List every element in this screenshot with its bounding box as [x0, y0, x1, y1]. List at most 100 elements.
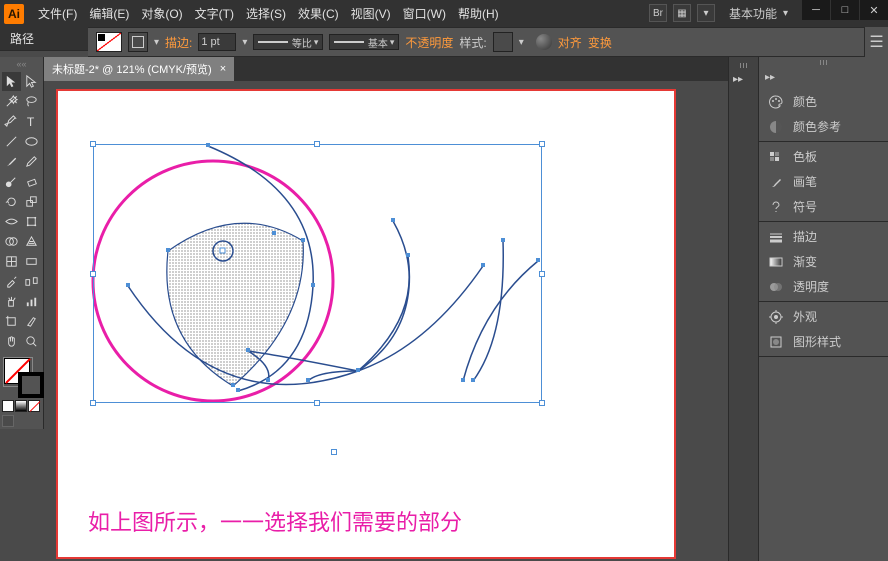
selection-handle[interactable]: [314, 400, 320, 406]
selection-handle[interactable]: [90, 400, 96, 406]
fill-stroke-swatch[interactable]: [96, 32, 122, 52]
tab-close-icon[interactable]: ×: [220, 63, 226, 75]
menu-object[interactable]: 对象(O): [135, 5, 188, 22]
eraser-tool[interactable]: [22, 172, 41, 191]
menu-select[interactable]: 选择(S): [240, 5, 292, 22]
panel-color-guide[interactable]: 颜色参考: [759, 114, 888, 139]
recolor-icon[interactable]: [536, 34, 552, 50]
style-dropdown-icon[interactable]: ▾: [519, 37, 524, 48]
style-swatch[interactable]: [493, 32, 513, 52]
panel-gradient[interactable]: 渐变: [759, 249, 888, 274]
mesh-tool[interactable]: [2, 252, 21, 271]
panel-color[interactable]: 颜色: [759, 89, 888, 114]
swatch-dropdown-icon[interactable]: ▾: [154, 37, 159, 48]
panel-stroke[interactable]: 描边: [759, 224, 888, 249]
none-mode-icon[interactable]: [28, 400, 40, 412]
paintbrush-tool[interactable]: [2, 152, 21, 171]
stroke-swatch[interactable]: [128, 32, 148, 52]
menu-effect[interactable]: 效果(C): [292, 5, 345, 22]
panel-brushes[interactable]: 画笔: [759, 169, 888, 194]
panel-transparency[interactable]: 透明度: [759, 274, 888, 299]
magic-wand-tool[interactable]: [2, 92, 21, 111]
selection-handle[interactable]: [539, 271, 545, 277]
stroke-label[interactable]: 描边:: [165, 34, 192, 51]
free-transform-tool[interactable]: [22, 212, 41, 231]
pen-tool[interactable]: [2, 112, 21, 131]
arrange-icon[interactable]: ▦: [673, 4, 691, 22]
panel-appearance[interactable]: 外观: [759, 304, 888, 329]
panel-swatches[interactable]: 色板: [759, 144, 888, 169]
maximize-button[interactable]: □: [831, 0, 859, 20]
panel-graphic-styles[interactable]: 图形样式: [759, 329, 888, 354]
profile-select[interactable]: 等比 ▾: [253, 34, 323, 50]
document-tab[interactable]: 未标题-2* @ 121% (CMYK/预览) ×: [44, 57, 234, 81]
stroke-color[interactable]: [18, 372, 44, 398]
selection-handle[interactable]: [314, 141, 320, 147]
caption-text: 如上图所示，一一选择我们需要的部分: [88, 505, 462, 537]
panel-handle-icon[interactable]: [814, 60, 834, 65]
menu-type[interactable]: 文字(T): [189, 5, 240, 22]
workspace-label[interactable]: 基本功能: [729, 5, 777, 22]
perspective-tool[interactable]: [22, 232, 41, 251]
menu-help[interactable]: 帮助(H): [452, 5, 505, 22]
expand-arrow-icon[interactable]: ▸▸: [733, 74, 743, 85]
menu-file[interactable]: 文件(F): [32, 5, 83, 22]
selection-tool[interactable]: [2, 72, 21, 91]
canvas[interactable]: 如上图所示，一一选择我们需要的部分: [44, 81, 728, 561]
menu-window[interactable]: 窗口(W): [397, 5, 452, 22]
symbol-sprayer-tool[interactable]: [2, 292, 21, 311]
type-tool[interactable]: T: [22, 112, 41, 131]
workspace-dropdown-icon[interactable]: ▾: [783, 8, 788, 19]
lasso-tool[interactable]: [22, 92, 41, 111]
close-button[interactable]: ✕: [860, 0, 888, 20]
dropdown-icon[interactable]: ▾: [697, 4, 715, 22]
menu-view[interactable]: 视图(V): [345, 5, 397, 22]
collapse-arrow-icon[interactable]: ▸▸: [759, 72, 888, 87]
pencil-tool[interactable]: [22, 152, 41, 171]
selection-handle[interactable]: [539, 400, 545, 406]
transparency-icon: [767, 279, 785, 295]
brush-select[interactable]: 基本 ▾: [329, 34, 399, 50]
gradient-tool[interactable]: [22, 252, 41, 271]
hand-tool[interactable]: [2, 332, 21, 351]
panel-label: 透明度: [793, 278, 829, 295]
scale-tool[interactable]: [22, 192, 41, 211]
gradient-mode-icon[interactable]: [15, 400, 27, 412]
shape-builder-tool[interactable]: [2, 232, 21, 251]
center-handle[interactable]: [331, 449, 337, 455]
screen-mode-icon[interactable]: [2, 415, 14, 427]
artboard[interactable]: 如上图所示，一一选择我们需要的部分: [56, 89, 676, 559]
opacity-label[interactable]: 不透明度: [405, 34, 453, 51]
graph-tool[interactable]: [22, 292, 41, 311]
bridge-icon[interactable]: Br: [649, 4, 667, 22]
minimize-button[interactable]: ─: [802, 0, 830, 20]
zoom-tool[interactable]: [22, 332, 41, 351]
slice-tool[interactable]: [22, 312, 41, 331]
options-menu-icon[interactable]: ☰: [864, 27, 888, 57]
line-tool[interactable]: [2, 132, 21, 151]
width-tool[interactable]: [2, 212, 21, 231]
stroke-weight-input[interactable]: [198, 33, 236, 51]
artboard-tool[interactable]: [2, 312, 21, 331]
direct-selection-tool[interactable]: [22, 72, 41, 91]
tab-title: 未标题-2* @ 121% (CMYK/预览): [52, 61, 212, 77]
blend-tool[interactable]: [22, 272, 41, 291]
toolbox-collapse-icon[interactable]: ««: [2, 59, 41, 69]
transform-label[interactable]: 变换: [588, 34, 612, 51]
panel-symbols[interactable]: 符号: [759, 194, 888, 219]
selection-handle[interactable]: [90, 271, 96, 277]
panel-label: 描边: [793, 228, 817, 245]
align-label[interactable]: 对齐: [558, 34, 582, 51]
stroke-dropdown-icon[interactable]: ▾: [242, 37, 247, 48]
eyedropper-tool[interactable]: [2, 272, 21, 291]
color-mode-icon[interactable]: [2, 400, 14, 412]
gradient-icon: [767, 254, 785, 270]
selection-handle[interactable]: [539, 141, 545, 147]
selection-bounds[interactable]: [93, 144, 542, 403]
dock-handle-icon[interactable]: [734, 63, 754, 68]
menu-edit[interactable]: 编辑(E): [83, 5, 135, 22]
ellipse-tool[interactable]: [22, 132, 41, 151]
selection-handle[interactable]: [90, 141, 96, 147]
rotate-tool[interactable]: [2, 192, 21, 211]
blob-brush-tool[interactable]: [2, 172, 21, 191]
